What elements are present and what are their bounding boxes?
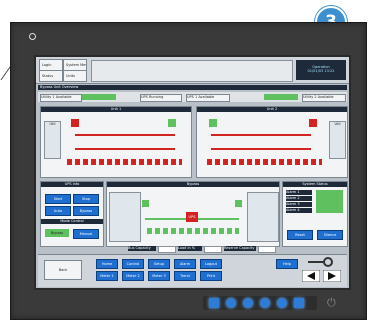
alarm-item: Alarm 1 <box>286 190 312 195</box>
tab-label: Status <box>42 74 54 78</box>
right-key-icon[interactable] <box>243 298 253 308</box>
bus-wire <box>75 134 175 136</box>
center-left-table <box>109 192 141 242</box>
auto-button[interactable]: Auto <box>45 206 71 216</box>
home-button[interactable]: Home <box>96 259 118 269</box>
status-chip: UPS Running <box>140 94 182 102</box>
center-title: Bypass <box>107 182 279 187</box>
screen-banner: Bypass Unit Overview <box>38 85 347 90</box>
tab-label: Login <box>42 63 52 67</box>
center-right-table <box>247 192 279 242</box>
stop-button[interactable]: Stop <box>73 194 99 204</box>
bus-wire <box>211 134 311 136</box>
unit-2-side-table: Util <box>329 121 346 159</box>
system-status-panel: System Status Alarm 1 Alarm 2 Alarm 3 Al… <box>282 181 348 247</box>
bus-capacity-value <box>158 246 176 253</box>
up-key-icon[interactable] <box>277 298 287 308</box>
unit-1-title: Unit 1 <box>41 107 191 112</box>
alarm-button[interactable]: Alarm <box>174 259 196 269</box>
ups-info-title: UPS Info <box>41 182 103 187</box>
meter-3-button[interactable]: Meter 3 <box>148 271 170 281</box>
status-indicator-green <box>264 94 298 100</box>
auto-key-icon[interactable] <box>294 298 304 308</box>
control-button[interactable]: Control <box>122 259 144 269</box>
print-button[interactable]: Print <box>200 271 222 281</box>
chip-label: Utility 1 Available <box>41 95 72 99</box>
alarm-item: Alarm 4 <box>286 208 312 213</box>
breaker-green[interactable] <box>235 200 242 207</box>
unit-2-title: Unit 2 <box>197 107 347 112</box>
mode-control-title: Mode Control <box>41 219 103 224</box>
reserve-capacity-value <box>258 246 276 253</box>
alarm-item: Alarm 3 <box>286 202 312 207</box>
breaker-red[interactable] <box>309 119 317 127</box>
reset-button[interactable]: Reset <box>287 230 313 240</box>
chip-label: UPS Running <box>141 95 164 99</box>
bus-wire <box>211 148 311 150</box>
bus-wire <box>75 148 175 150</box>
back-button[interactable]: Back <box>44 260 82 280</box>
system-status-title: System Status <box>283 182 347 187</box>
left-key-icon[interactable] <box>226 298 236 308</box>
load-label: Load in % <box>178 246 202 251</box>
tab-label: System Messages <box>66 63 86 67</box>
message-field <box>91 60 293 82</box>
unit-1-panel: Unit 1 Util <box>40 106 192 178</box>
bypass-mode-button[interactable]: Bypass <box>45 229 69 237</box>
status-time: 01/01/03 13:22 <box>307 69 335 73</box>
breaker-green[interactable] <box>209 119 217 127</box>
side-table-label: Util <box>334 122 341 126</box>
side-table-label: Util <box>49 122 56 126</box>
status-chip: Utility 1 Available <box>40 94 82 102</box>
tab-status[interactable]: Status <box>39 70 63 82</box>
logout-button[interactable]: Logout <box>200 259 222 269</box>
key-icon[interactable] <box>308 257 334 267</box>
chip-label: Utility 2 Available <box>303 95 334 99</box>
unit-2-panel: Unit 2 Util <box>196 106 348 178</box>
breaker-row <box>207 159 322 165</box>
load-value <box>204 246 222 253</box>
ups-block[interactable]: UPS <box>186 212 198 222</box>
banner-title: Bypass Unit Overview <box>40 85 79 89</box>
tab-label: Units <box>66 74 75 78</box>
bezel-screw <box>29 33 36 40</box>
arrow-left-icon[interactable] <box>302 270 320 282</box>
trend-button[interactable]: Trend <box>174 271 196 281</box>
status-clock: Operation 01/01/03 13:22 <box>296 60 346 80</box>
breaker-green[interactable] <box>168 119 176 127</box>
tab-units[interactable]: Units <box>63 70 87 82</box>
start-button[interactable]: Start <box>45 194 71 204</box>
arrow-right-icon[interactable] <box>323 270 341 282</box>
output-breaker-row <box>147 228 239 234</box>
status-indicator-green <box>82 94 116 100</box>
menu-key-icon[interactable] <box>209 298 219 308</box>
chip-label: UPS 1 Available <box>187 95 215 99</box>
status-chip: Utility 2 Available <box>302 94 346 102</box>
breaker-row <box>67 159 182 165</box>
breaker-green[interactable] <box>142 200 149 207</box>
alarm-item: Alarm 2 <box>286 196 312 201</box>
unit-1-side-table: Util <box>44 121 61 159</box>
bypass-button[interactable]: Bypass <box>73 206 99 216</box>
bus-capacity-label: Bus Capacity <box>128 246 156 251</box>
setup-button[interactable]: Setup <box>148 259 170 269</box>
meter-1-button[interactable]: Meter 1 <box>96 271 118 281</box>
status-chip: UPS 1 Available <box>186 94 230 102</box>
meter-2-button[interactable]: Meter 2 <box>122 271 144 281</box>
power-icon[interactable]: ⏻ <box>327 296 338 310</box>
alarm-status-indicator <box>316 190 343 213</box>
silence-button[interactable]: Silence <box>317 230 343 240</box>
hmi-screen: Login System Messages Status Units Opera… <box>34 55 351 290</box>
help-button[interactable]: Help <box>276 259 298 269</box>
bypass-center-panel: Bypass UPS <box>106 181 280 247</box>
breaker-red[interactable] <box>71 119 79 127</box>
ups-info-panel: UPS Info Start Stop Auto Bypass Mode Con… <box>40 181 104 247</box>
down-key-icon[interactable] <box>260 298 270 308</box>
manual-mode-button[interactable]: Manual <box>73 229 99 239</box>
reserve-capacity-label: Reserve Capacity <box>224 246 256 251</box>
